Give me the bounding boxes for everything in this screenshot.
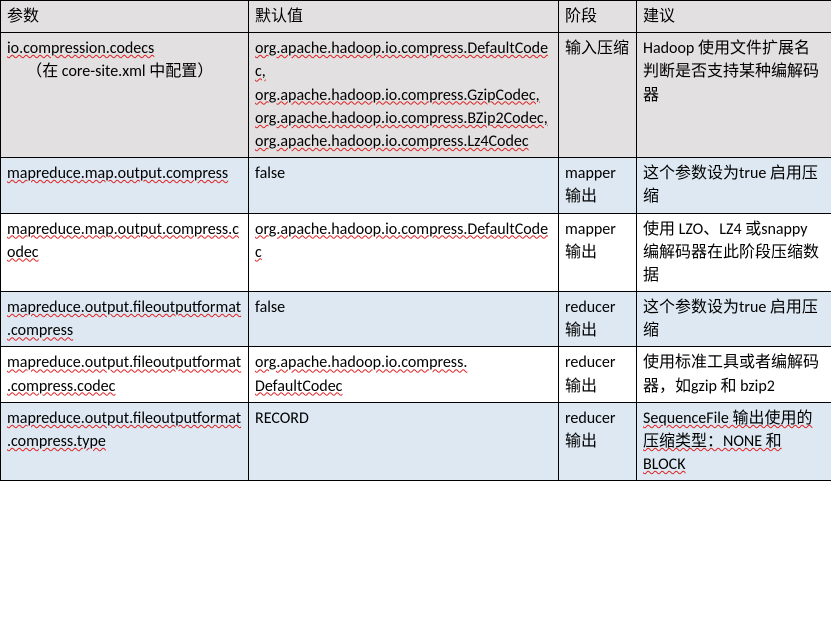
cell-param: mapreduce.map.output.compress (1, 158, 249, 213)
header-param: 参数 (1, 1, 249, 33)
cell-advice: Hadoop 使用文件扩展名判断是否支持某种编解码器 (637, 33, 831, 158)
default-line: org.apache.hadoop.io.compress.DefaultCod… (255, 220, 548, 262)
cell-stage: reducer输出 (559, 292, 637, 347)
cell-advice: 使用标准工具或者编解码器，如gzip 和 bzip2 (637, 347, 831, 402)
cell-advice: 使用 LZO、LZ4 或snappy 编解码器在此阶段压缩数据 (637, 213, 831, 292)
table-row: mapreduce.output.fileoutputformat.compre… (1, 347, 831, 402)
table-header-row: 参数 默认值 阶段 建议 (1, 1, 831, 33)
table-row: mapreduce.output.fileoutputformat.compre… (1, 402, 831, 481)
param-text: mapreduce.output.fileoutputformat.compre… (7, 353, 241, 395)
param-text: mapreduce.map.output.compress (7, 164, 228, 183)
cell-advice: 这个参数设为true 启用压缩 (637, 158, 831, 213)
default-line: org.apache.hadoop.io.compress.Lz4Codec (255, 132, 529, 151)
header-advice: 建议 (637, 1, 831, 33)
param-note: （在 core-site.xml 中配置） (7, 62, 213, 81)
cell-param: mapreduce.output.fileoutputformat.compre… (1, 347, 249, 402)
cell-default: false (249, 158, 559, 213)
cell-advice: SequenceFile 输出使用的压缩类型：NONE 和 BLOCK (637, 402, 831, 481)
advice-text: SequenceFile 输出使用的压缩类型：NONE 和 BLOCK (643, 409, 813, 474)
cell-default: org.apache.hadoop.io.compress.DefaultCod… (249, 213, 559, 292)
parameter-table: 参数 默认值 阶段 建议 io.compression.codecs （在 co… (0, 0, 831, 481)
cell-stage: mapper输出 (559, 213, 637, 292)
cell-stage: 输入压缩 (559, 33, 637, 158)
cell-param: mapreduce.output.fileoutputformat.compre… (1, 402, 249, 481)
cell-stage: reducer输出 (559, 402, 637, 481)
cell-default: org.apache.hadoop.io.compress. DefaultCo… (249, 347, 559, 402)
cell-default: org.apache.hadoop.io.compress.DefaultCod… (249, 33, 559, 158)
cell-param: mapreduce.map.output.compress.codec (1, 213, 249, 292)
cell-stage: reducer输出 (559, 347, 637, 402)
param-text: mapreduce.map.output.compress.codec (7, 220, 239, 262)
param-text: io.compression.codecs (7, 39, 154, 58)
default-line: org.apache.hadoop.io.compress.DefaultCod… (255, 39, 548, 81)
cell-default: RECORD (249, 402, 559, 481)
table-row: mapreduce.map.output.compress.codec org.… (1, 213, 831, 292)
default-line: org.apache.hadoop.io.compress.GzipCodec, (255, 86, 540, 105)
default-line: org.apache.hadoop.io.compress. DefaultCo… (255, 353, 467, 395)
cell-advice: 这个参数设为true 启用压缩 (637, 292, 831, 347)
header-stage: 阶段 (559, 1, 637, 33)
cell-param: mapreduce.output.fileoutputformat.compre… (1, 292, 249, 347)
cell-stage: mapper输出 (559, 158, 637, 213)
header-default: 默认值 (249, 1, 559, 33)
table-row: mapreduce.map.output.compress false mapp… (1, 158, 831, 213)
table-row: io.compression.codecs （在 core-site.xml 中… (1, 33, 831, 158)
default-line: org.apache.hadoop.io.compress.BZip2Codec… (255, 109, 548, 128)
cell-param: io.compression.codecs （在 core-site.xml 中… (1, 33, 249, 158)
cell-default: false (249, 292, 559, 347)
param-text: mapreduce.output.fileoutputformat.compre… (7, 409, 241, 451)
table-row: mapreduce.output.fileoutputformat.compre… (1, 292, 831, 347)
param-text: mapreduce.output.fileoutputformat.compre… (7, 298, 241, 340)
